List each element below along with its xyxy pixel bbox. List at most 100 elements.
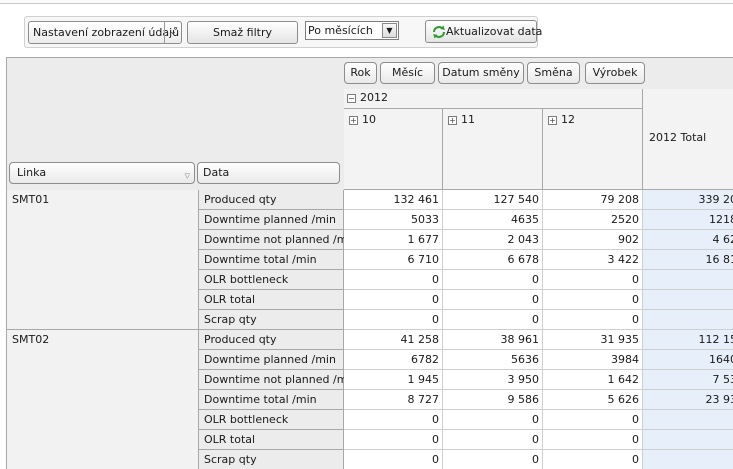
table-cell[interactable]: 132 461 [344, 190, 443, 210]
table-cell[interactable]: 0 [543, 430, 643, 450]
table-cell[interactable]: 0 [543, 290, 643, 310]
table-cell[interactable]: 0 [344, 430, 443, 450]
total-cell[interactable]: 4 62 [643, 230, 733, 250]
row-measure-label: OLR total [199, 290, 344, 310]
table-cell[interactable]: 0 [344, 270, 443, 290]
table-cell[interactable]: 2520 [543, 210, 643, 230]
table-cell[interactable]: 0 [443, 450, 543, 469]
table-cell[interactable]: 9 586 [443, 390, 543, 410]
period-select-value: Po měsících [308, 24, 373, 37]
table-cell[interactable]: 0 [443, 290, 543, 310]
month-column-header[interactable]: +12 [543, 109, 643, 190]
table-cell[interactable]: 5 626 [543, 390, 643, 410]
clear-filters-button[interactable]: Smaž filtry [187, 21, 298, 44]
table-cell[interactable]: 8 727 [344, 390, 443, 410]
collapse-icon[interactable]: − [347, 93, 356, 103]
total-cell-value: 339 20 [698, 193, 733, 206]
table-cell[interactable]: 0 [443, 270, 543, 290]
month-column-header[interactable]: +10 [344, 109, 443, 190]
row-field-data-label: Data [203, 166, 230, 179]
total-cell[interactable]: 112 15 [643, 330, 733, 350]
column-field-button[interactable]: Datum směny [438, 62, 524, 84]
year-label: 2012 [360, 91, 388, 104]
total-cell[interactable]: 7 53 [643, 370, 733, 390]
total-cell-value: 1218 [709, 213, 733, 226]
column-field-button[interactable]: Směna [527, 62, 580, 84]
table-cell[interactable]: 6 678 [443, 250, 543, 270]
table-cell[interactable]: 0 [344, 310, 443, 330]
table-cell[interactable]: 38 961 [443, 330, 543, 350]
table-cell[interactable]: 0 [443, 310, 543, 330]
table-cell[interactable]: 1 677 [344, 230, 443, 250]
year-header[interactable]: −2012 [344, 89, 643, 109]
table-cell[interactable]: 0 [344, 450, 443, 469]
table-cell[interactable]: 31 935 [543, 330, 643, 350]
filter-icon[interactable]: ▽ [185, 166, 190, 186]
row-measure-label: Produced qty [199, 330, 344, 350]
table-cell[interactable]: 2 043 [443, 230, 543, 250]
total-cell-value: 23 93 [705, 393, 733, 406]
total-cell[interactable]: 1218 [643, 210, 733, 230]
total-cell[interactable]: 1640 [643, 350, 733, 370]
table-cell[interactable]: 0 [543, 270, 643, 290]
refresh-data-label: Aktualizovat data [446, 25, 543, 38]
table-cell[interactable]: 5636 [443, 350, 543, 370]
month-label: 12 [561, 113, 575, 126]
total-cell[interactable]: 339 20 [643, 190, 733, 210]
total-cell[interactable] [643, 430, 733, 450]
table-cell[interactable]: 1 945 [344, 370, 443, 390]
table-cell[interactable]: 0 [543, 310, 643, 330]
column-field-button[interactable]: Rok [344, 62, 377, 84]
total-cell[interactable]: 23 93 [643, 390, 733, 410]
table-cell[interactable]: 0 [543, 410, 643, 430]
total-column-header: 2012 Total [643, 89, 733, 190]
expand-icon[interactable]: + [448, 115, 457, 125]
expand-icon[interactable]: + [349, 115, 358, 125]
row-measure-label: OLR bottleneck [199, 270, 344, 290]
row-field-linka[interactable]: Linka ▽ [9, 162, 195, 184]
table-cell[interactable]: 41 258 [344, 330, 443, 350]
chevron-down-icon[interactable]: ⌄ [164, 22, 181, 43]
total-cell-value: 7 53 [712, 373, 733, 386]
month-label: 10 [362, 113, 376, 126]
row-group-smt01[interactable]: SMT01 [7, 190, 199, 330]
table-cell[interactable]: 0 [344, 290, 443, 310]
table-cell[interactable]: 6 710 [344, 250, 443, 270]
table-cell[interactable]: 0 [443, 430, 543, 450]
view-settings-dropdown[interactable]: Nastavení zobrazení údajů ⌄ [28, 21, 182, 44]
row-measure-label: Downtime total /min [199, 250, 344, 270]
total-cell[interactable] [643, 450, 733, 469]
table-cell[interactable]: 3 950 [443, 370, 543, 390]
table-cell[interactable]: 3 422 [543, 250, 643, 270]
table-cell[interactable]: 0 [443, 410, 543, 430]
select-arrow-icon[interactable]: ▼ [382, 23, 397, 38]
total-cell[interactable]: 16 81 [643, 250, 733, 270]
total-cell-value: 1640 [709, 353, 733, 366]
column-field-button[interactable]: Měsíc [380, 62, 435, 84]
total-cell[interactable] [643, 410, 733, 430]
table-cell[interactable]: 79 208 [543, 190, 643, 210]
refresh-icon [433, 25, 445, 39]
table-cell[interactable]: 902 [543, 230, 643, 250]
table-cell[interactable]: 5033 [344, 210, 443, 230]
row-field-data[interactable]: Data [197, 162, 340, 184]
row-measure-label: Downtime planned /min [199, 350, 344, 370]
expand-icon[interactable]: + [548, 115, 557, 125]
table-cell[interactable]: 127 540 [443, 190, 543, 210]
table-cell[interactable]: 0 [543, 450, 643, 469]
row-group-smt02[interactable]: SMT02 [7, 330, 199, 469]
month-column-header[interactable]: +11 [443, 109, 543, 190]
total-cell[interactable] [643, 310, 733, 330]
table-cell[interactable]: 3984 [543, 350, 643, 370]
table-cell[interactable]: 4635 [443, 210, 543, 230]
row-measure-label: Downtime not planned /min [199, 230, 357, 250]
total-cell[interactable] [643, 290, 733, 310]
table-cell[interactable]: 0 [344, 410, 443, 430]
total-column-label: 2012 Total [649, 131, 707, 144]
table-cell[interactable]: 1 642 [543, 370, 643, 390]
column-field-button[interactable]: Výrobek [585, 62, 645, 84]
table-cell[interactable]: 6782 [344, 350, 443, 370]
refresh-data-button[interactable]: Aktualizovat data [425, 20, 542, 43]
total-cell[interactable] [643, 270, 733, 290]
period-select[interactable]: Po měsících ▼ [305, 21, 399, 40]
